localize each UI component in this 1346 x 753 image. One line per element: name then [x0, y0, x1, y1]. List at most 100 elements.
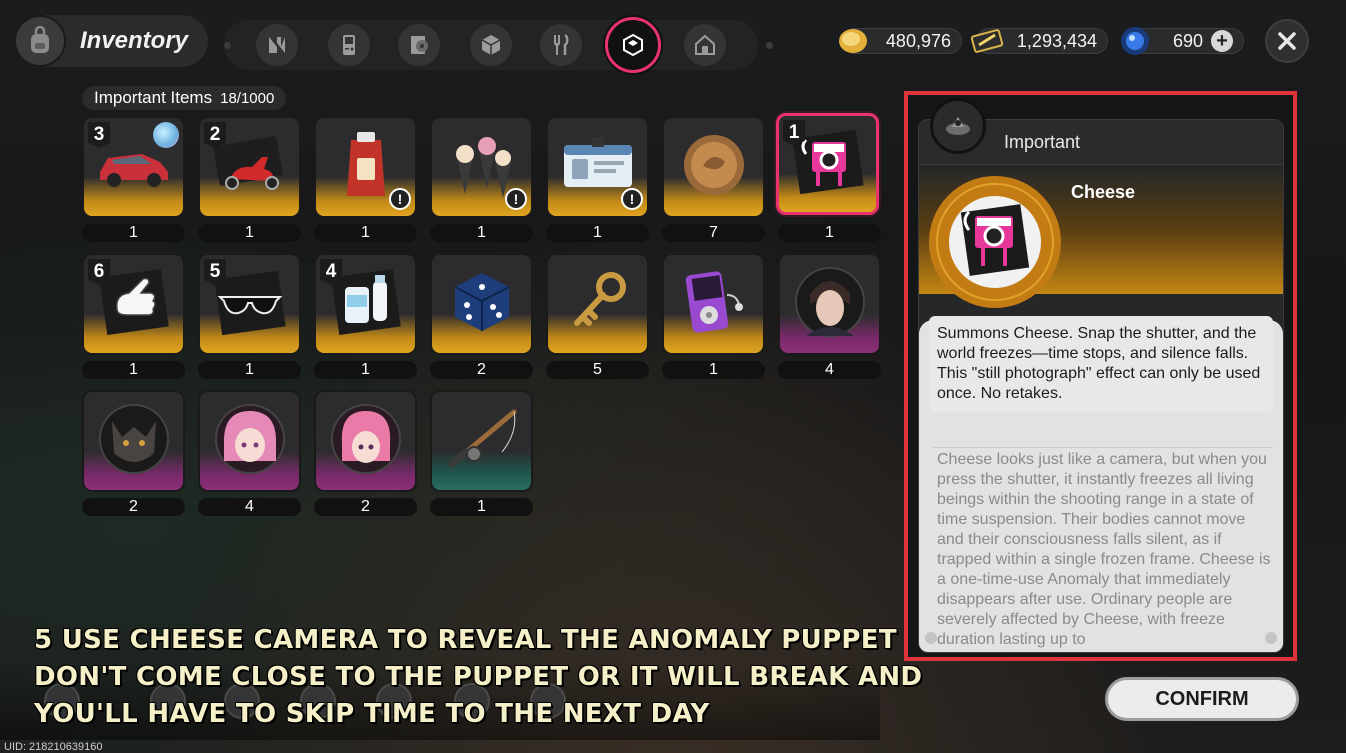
- corner-dot: [1265, 632, 1277, 644]
- item-badge: 2: [204, 122, 226, 148]
- item-slot-music-player[interactable]: [662, 253, 765, 355]
- item-quantity: 7: [662, 224, 765, 242]
- item-quantity: 1: [430, 224, 533, 242]
- tab-disc-icon[interactable]: [398, 24, 440, 66]
- item-badge: 4: [320, 259, 342, 285]
- item-quantity: 1: [198, 361, 301, 379]
- item-slot-pointing-glove[interactable]: 6: [82, 253, 185, 355]
- item-detail-panel: Important Cheese Summons Cheese. Snap th…: [904, 91, 1297, 661]
- tab-gameboy-icon[interactable]: [328, 24, 370, 66]
- item-slot-fishing-rod[interactable]: [430, 390, 533, 492]
- section-header: Important Items 18/1000: [82, 86, 287, 110]
- orb-icon: [153, 122, 179, 148]
- item-quantity: 1: [82, 361, 185, 379]
- item-quantity: 1: [314, 361, 417, 379]
- item-badge: 3: [88, 122, 110, 148]
- alert-icon: !: [621, 188, 643, 210]
- item-slot-id-card[interactable]: !: [546, 116, 649, 218]
- blue-dice-icon: [454, 273, 509, 332]
- alert-icon: !: [505, 188, 527, 210]
- fishing-rod-icon: [448, 409, 516, 468]
- item-slot-bottles[interactable]: 4: [314, 253, 417, 355]
- item-quantity: 5: [546, 361, 649, 379]
- item-quantity: 1: [314, 224, 417, 242]
- alert-icon: !: [389, 188, 411, 210]
- description-divider: [933, 447, 1273, 448]
- item-quantity: 1: [778, 224, 881, 242]
- currency-gem-value: 690: [1172, 30, 1203, 51]
- item-slot-portrait-wolf[interactable]: [82, 390, 185, 492]
- item-badge: 5: [204, 259, 226, 285]
- detail-item-name: Cheese: [1071, 182, 1136, 202]
- backpack-icon[interactable]: [14, 15, 66, 67]
- confirm-button[interactable]: CONFIRM: [1105, 677, 1299, 721]
- cheese-medal-icon: [929, 176, 1061, 308]
- tab-house-icon[interactable]: [684, 24, 726, 66]
- bronze-coin-icon: [683, 135, 744, 196]
- currency-gold: 480,976: [839, 28, 962, 54]
- item-slot-portrait-pink-girl-b[interactable]: [314, 390, 417, 492]
- tab-fork-knife-icon[interactable]: [540, 24, 582, 66]
- item-badge: 1: [783, 120, 805, 146]
- caption-line: 5 USE CHEESE CAMERA TO REVEAL THE ANOMAL…: [34, 625, 897, 655]
- video-caption: 5 USE CHEESE CAMERA TO REVEAL THE ANOMAL…: [34, 622, 923, 733]
- item-slot-portrait-man[interactable]: [778, 253, 881, 355]
- detail-hero: Cheese: [919, 166, 1283, 308]
- item-slot-red-pouch[interactable]: !: [314, 116, 417, 218]
- item-quantity: 1: [662, 361, 765, 379]
- caption-line: YOU'LL HAVE TO SKIP TIME TO THE NEXT DAY: [34, 699, 710, 729]
- gold-coin-icon: [839, 29, 867, 53]
- red-pouch-icon: [346, 132, 385, 197]
- currency-ticket: 1,293,434: [970, 28, 1108, 54]
- item-slot-red-car[interactable]: 3: [82, 116, 185, 218]
- item-quantity: 2: [314, 498, 417, 516]
- portrait-pink-girl-icon: [330, 404, 401, 475]
- blue-gem-icon: [1121, 27, 1149, 55]
- detail-category-label: Important: [1004, 131, 1081, 152]
- golden-key-icon: [573, 272, 626, 327]
- ticket-icon: [970, 29, 1004, 53]
- caption-line: DON'T COME CLOSE TO THE PUPPET OR IT WIL…: [34, 662, 923, 692]
- currency-ticket-value: 1,293,434: [1016, 30, 1097, 51]
- corner-dot: [925, 632, 937, 644]
- tabbar-left-dot: [224, 42, 231, 49]
- important-category-icon: [930, 98, 986, 154]
- currency-gem: 690 +: [1121, 27, 1244, 55]
- item-quantity: 4: [198, 498, 301, 516]
- item-quantity: 4: [778, 361, 881, 379]
- tab-box-icon[interactable]: [470, 24, 512, 66]
- item-quantity: 2: [430, 361, 533, 379]
- red-car-icon: [99, 154, 168, 188]
- music-player-icon: [685, 271, 743, 333]
- item-slot-golden-key[interactable]: [546, 253, 649, 355]
- item-slot-bronze-coin[interactable]: [662, 116, 765, 218]
- id-card-icon: [563, 137, 632, 188]
- item-quantity: 1: [198, 224, 301, 242]
- section-count: 18/1000: [220, 89, 275, 107]
- item-lore-text[interactable]: Cheese looks just like a camera, but whe…: [937, 450, 1273, 648]
- item-slot-sunglasses[interactable]: 5: [198, 253, 301, 355]
- tabbar-right-dot: [766, 42, 773, 49]
- close-button[interactable]: [1265, 19, 1309, 63]
- portrait-pink-girl-icon: [214, 404, 285, 475]
- item-quantity: 1: [430, 498, 533, 516]
- item-effect-text: Summons Cheese. Snap the shutter, and th…: [929, 316, 1273, 412]
- tab-n-icon[interactable]: [256, 24, 298, 66]
- player-uid: UID: 218210639160: [4, 741, 103, 753]
- item-slot-blue-dice[interactable]: [430, 253, 533, 355]
- item-slot-ice-cream-cones[interactable]: !: [430, 116, 533, 218]
- tab-important-icon[interactable]: [605, 17, 661, 73]
- item-slot-portrait-pink-girl-a[interactable]: [198, 390, 301, 492]
- category-tabbar: [224, 17, 773, 73]
- item-quantity: 2: [82, 498, 185, 516]
- item-detail-card: Important Cheese Summons Cheese. Snap th…: [918, 119, 1284, 653]
- item-quantity: 1: [82, 224, 185, 242]
- section-title: Important Items: [94, 88, 213, 107]
- item-badge: 6: [88, 259, 110, 285]
- page-title: Inventory: [80, 27, 189, 54]
- portrait-wolf-icon: [98, 404, 169, 475]
- item-slot-cheese-camera[interactable]: 1: [776, 113, 879, 215]
- add-gem-button[interactable]: +: [1211, 30, 1233, 52]
- currency-gold-value: 480,976: [885, 30, 951, 51]
- item-slot-red-scooter[interactable]: 2: [198, 116, 301, 218]
